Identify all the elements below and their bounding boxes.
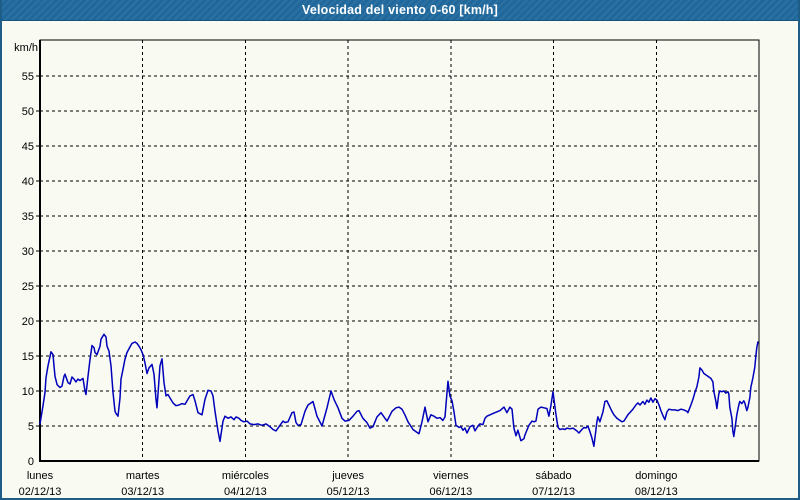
x-axis-date-label: 06/12/13 — [429, 486, 472, 498]
x-axis-date-label: 08/12/13 — [635, 486, 678, 498]
y-tick-label: 20 — [22, 316, 34, 328]
chart-area: 0 5 10 15 20 25 30 35 40 45 50 55 km/h lunes 02/12/13 m… — [2, 21, 798, 498]
x-axis-day-label: sábado — [536, 470, 572, 482]
y-tick-label: 0 — [28, 456, 34, 468]
y-tick-label: 25 — [22, 281, 34, 293]
y-tick-label: 35 — [22, 211, 34, 223]
chart-title-bar: Velocidad del viento 0-60 [km/h] — [2, 0, 798, 21]
x-axis-day-label: martes — [126, 470, 160, 482]
x-axis-day-label: jueves — [331, 470, 364, 482]
x-axis-date-label: 03/12/13 — [121, 486, 164, 498]
y-tick-label: 30 — [22, 246, 34, 258]
y-tick-label: 5 — [28, 421, 34, 433]
x-axis-day-label: domingo — [635, 470, 677, 482]
x-axis-day-label: viernes — [433, 470, 469, 482]
chart-title: Velocidad del viento 0-60 [km/h] — [302, 3, 498, 17]
wind-speed-chart: 0 5 10 15 20 25 30 35 40 45 50 55 km/h lunes 02/12/13 m… — [2, 21, 798, 498]
y-tick-label: 15 — [22, 351, 34, 363]
x-axis-date-label: 07/12/13 — [532, 486, 575, 498]
x-axis-date-label: 05/12/13 — [327, 486, 370, 498]
y-axis-unit-label: km/h — [14, 42, 38, 54]
x-axis-date-label: 04/12/13 — [224, 486, 267, 498]
y-tick-label: 10 — [22, 386, 34, 398]
x-axis-date-label: 02/12/13 — [19, 486, 62, 498]
x-axis-day-label: miércoles — [222, 470, 270, 482]
wind-speed-line — [40, 334, 758, 446]
y-tick-label: 40 — [22, 176, 34, 188]
x-axis-day-label: lunes — [27, 470, 54, 482]
y-tick-label: 50 — [22, 106, 34, 118]
y-tick-label: 55 — [22, 71, 34, 83]
y-tick-label: 45 — [22, 141, 34, 153]
chart-window: Velocidad del viento 0-60 [km/h] 0 5 10 15 2… — [0, 0, 800, 500]
